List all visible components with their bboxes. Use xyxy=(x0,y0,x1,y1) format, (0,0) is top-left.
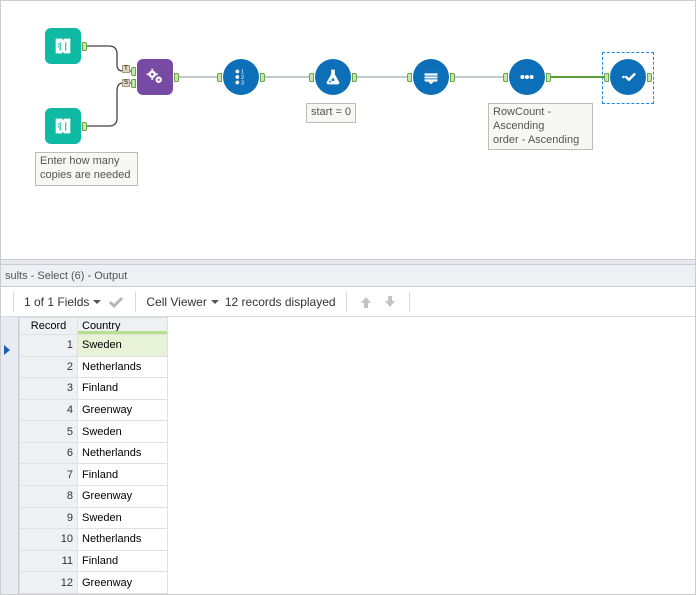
current-row-caret-icon xyxy=(4,345,10,355)
record-id-tool[interactable]: 123 xyxy=(223,59,259,95)
country-cell[interactable]: Netherlands xyxy=(78,442,168,464)
results-grid[interactable]: Record Country 1Sweden2Netherlands3Finla… xyxy=(1,317,695,594)
input-port[interactable] xyxy=(407,73,412,82)
record-cell[interactable]: 7 xyxy=(20,464,78,486)
record-cell[interactable]: 1 xyxy=(20,335,78,357)
table-row[interactable]: 11Finland xyxy=(20,550,168,572)
country-cell[interactable]: Greenway xyxy=(78,399,168,421)
text-input-tool-2[interactable] xyxy=(45,108,81,144)
input-port-s[interactable] xyxy=(131,79,136,88)
output-port[interactable] xyxy=(174,73,179,82)
workflow-canvas[interactable]: Enter how many copies are needed 123 sta… xyxy=(1,1,695,259)
table-row[interactable]: 2Netherlands xyxy=(20,356,168,378)
output-port[interactable] xyxy=(450,73,455,82)
table-row[interactable]: 1Sweden xyxy=(20,335,168,357)
records-count: 12 records displayed xyxy=(225,295,336,309)
country-cell[interactable]: Netherlands xyxy=(78,529,168,551)
row-selector-gutter[interactable] xyxy=(1,317,19,594)
append-fields-tool[interactable] xyxy=(137,59,173,95)
results-toolbar: 1 of 1 Fields Cell Viewer 12 records dis… xyxy=(1,287,695,317)
record-cell[interactable]: 2 xyxy=(20,356,78,378)
table-row[interactable]: 9Sweden xyxy=(20,507,168,529)
record-cell[interactable]: 12 xyxy=(20,572,78,594)
formula-tool[interactable] xyxy=(315,59,351,95)
sort-tool[interactable] xyxy=(509,59,545,95)
table-row[interactable]: 6Netherlands xyxy=(20,442,168,464)
check-icon[interactable] xyxy=(107,293,125,311)
record-cell[interactable]: 11 xyxy=(20,550,78,572)
record-cell[interactable]: 3 xyxy=(20,378,78,400)
table-row[interactable]: 5Sweden xyxy=(20,421,168,443)
output-port[interactable] xyxy=(546,73,551,82)
cell-viewer-dropdown[interactable]: Cell Viewer xyxy=(146,295,218,309)
country-cell[interactable]: Sweden xyxy=(78,421,168,443)
port-label-t: T xyxy=(122,65,130,73)
port-label-s: S xyxy=(122,79,130,87)
table-row[interactable]: 10Netherlands xyxy=(20,529,168,551)
table-row[interactable]: 4Greenway xyxy=(20,399,168,421)
input-port[interactable] xyxy=(309,73,314,82)
table-row[interactable]: 12Greenway xyxy=(20,572,168,594)
table-row[interactable]: 8Greenway xyxy=(20,486,168,508)
results-header: sults - Select (6) - Output xyxy=(1,265,695,287)
table-row[interactable]: 7Finland xyxy=(20,464,168,486)
country-cell[interactable]: Finland xyxy=(78,550,168,572)
arrow-down-icon[interactable] xyxy=(381,293,399,311)
formula-caption: start = 0 xyxy=(306,103,356,123)
fields-dropdown[interactable]: 1 of 1 Fields xyxy=(24,295,101,309)
sort-caption: RowCount - Ascending order - Ascending xyxy=(488,103,593,150)
country-cell[interactable]: Finland xyxy=(78,464,168,486)
text-input-tool-1[interactable] xyxy=(45,28,81,64)
record-cell[interactable]: 10 xyxy=(20,529,78,551)
input-port[interactable] xyxy=(217,73,222,82)
output-port[interactable] xyxy=(82,122,87,131)
record-cell[interactable]: 9 xyxy=(20,507,78,529)
output-port[interactable] xyxy=(352,73,357,82)
record-cell[interactable]: 5 xyxy=(20,421,78,443)
input-port-t[interactable] xyxy=(131,67,136,76)
arrow-up-icon[interactable] xyxy=(357,293,375,311)
output-port[interactable] xyxy=(260,73,265,82)
country-cell[interactable]: Finland xyxy=(78,378,168,400)
generate-rows-tool[interactable] xyxy=(413,59,449,95)
country-cell[interactable]: Sweden xyxy=(78,335,168,357)
output-port[interactable] xyxy=(82,42,87,51)
select-tool[interactable] xyxy=(610,59,646,95)
input-port[interactable] xyxy=(503,73,508,82)
record-cell[interactable]: 4 xyxy=(20,399,78,421)
input-port[interactable] xyxy=(604,73,609,82)
column-header-record[interactable]: Record xyxy=(20,318,78,335)
country-cell[interactable]: Greenway xyxy=(78,486,168,508)
output-port[interactable] xyxy=(647,73,652,82)
svg-text:3: 3 xyxy=(241,80,244,86)
column-header-country[interactable]: Country xyxy=(78,318,168,335)
country-cell[interactable]: Greenway xyxy=(78,572,168,594)
record-cell[interactable]: 8 xyxy=(20,486,78,508)
country-cell[interactable]: Netherlands xyxy=(78,356,168,378)
country-cell[interactable]: Sweden xyxy=(78,507,168,529)
table-row[interactable]: 3Finland xyxy=(20,378,168,400)
text-input-caption: Enter how many copies are needed xyxy=(35,152,138,186)
record-cell[interactable]: 6 xyxy=(20,442,78,464)
